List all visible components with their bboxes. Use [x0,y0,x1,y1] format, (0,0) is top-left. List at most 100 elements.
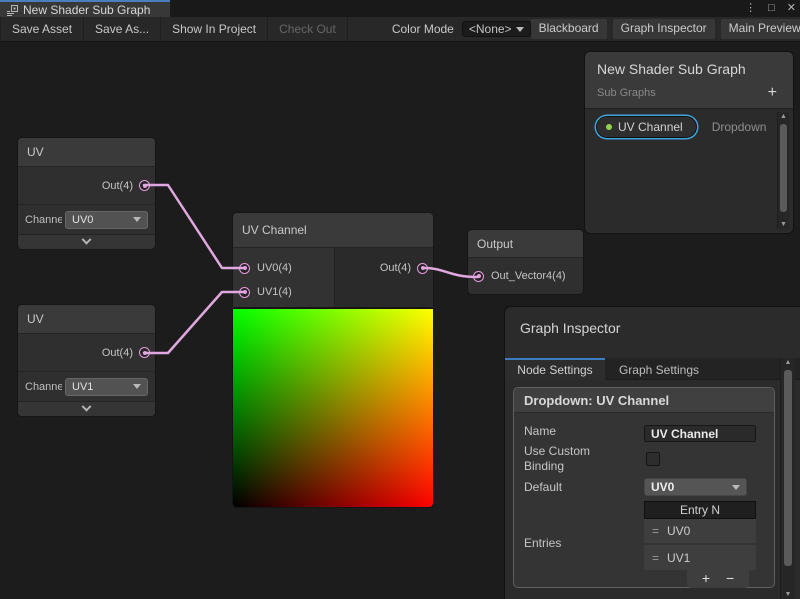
channel-value: UV1 [72,381,129,393]
color-mode-label: Color Mode [384,22,462,36]
inspector-scrollbar[interactable]: ▲ ▼ [780,358,795,599]
scroll-up-icon[interactable]: ▲ [781,359,795,366]
graph-inspector-title: Graph Inspector [505,307,800,336]
document-tab[interactable]: New Shader Sub Graph [0,0,170,17]
remove-entry-button[interactable]: − [726,569,734,588]
chevron-down-icon [133,384,141,389]
graph-inspector-toggle-button[interactable]: Graph Inspector [613,19,715,39]
inspector-tabs: Node Settings Graph Settings [505,358,800,380]
blackboard-toggle-button[interactable]: Blackboard [531,19,607,39]
dropdown-settings-title: Dropdown: UV Channel [514,388,774,413]
save-asset-button[interactable]: Save Asset [0,17,84,42]
scroll-down-icon[interactable]: ▼ [781,591,795,598]
entry-value: UV0 [667,524,690,538]
blackboard-header[interactable]: New Shader Sub Graph Sub Graphs + [585,52,793,109]
out-vector4-input-label: Out_Vector4(4) [491,270,566,282]
tab-title: New Shader Sub Graph [23,3,150,17]
channel-dropdown[interactable]: UV1 [65,378,148,396]
tab-node-settings[interactable]: Node Settings [505,358,605,380]
out-port-label: Out(4) [380,262,411,274]
entries-column-header: Entry N [644,501,756,519]
graph-inspector-panel[interactable]: Graph Inspector Node Settings Graph Sett… [505,307,800,599]
uv1-input-port[interactable] [239,287,250,298]
collapse-handle[interactable] [18,401,155,416]
name-input[interactable] [644,425,756,442]
use-custom-binding-label: Use Custom Binding [524,444,616,474]
blackboard-panel[interactable]: New Shader Sub Graph Sub Graphs + UV Cha… [585,52,793,233]
drag-handle-icon[interactable]: = [652,551,659,565]
close-icon[interactable]: ✕ [787,0,796,17]
chevron-down-icon [732,485,740,490]
out-port[interactable] [417,263,428,274]
default-dropdown[interactable]: UV0 [644,478,747,496]
default-label: Default [524,480,562,494]
node-title: UV [18,305,155,334]
default-value: UV0 [651,480,728,494]
out-port-label: Out(4) [102,180,133,192]
uv0-input-port[interactable] [239,263,250,274]
chevron-down-icon [82,234,92,244]
chevron-down-icon [516,27,524,32]
uv-node-bottom[interactable]: UV Out(4) Channel UV1 [18,305,155,416]
chevron-down-icon [82,401,92,411]
check-out-button: Check Out [268,17,348,42]
graph-canvas[interactable]: UV Out(4) Channel UV0 UV Out(4) C [0,42,800,599]
node-title: UV [18,138,155,167]
scrollbar-thumb[interactable] [780,124,787,212]
entries-label: Entries [524,536,561,550]
output-node[interactable]: Output Out_Vector4(4) [468,230,583,294]
entry-row-uv0[interactable]: = UV0 [644,519,756,544]
property-row: UV Channel Dropdown [596,116,766,138]
blackboard-subtitle: Sub Graphs [597,87,768,99]
more-menu-icon[interactable]: ⋮ [745,0,756,17]
property-type: Dropdown [712,120,767,134]
tab-graph-settings[interactable]: Graph Settings [605,358,713,380]
uv1-input-label: UV1(4) [257,286,292,298]
scrollbar-thumb[interactable] [784,370,792,566]
property-name: UV Channel [618,120,683,134]
blackboard-content: UV Channel Dropdown ▲ ▼ [585,109,793,232]
uv0-input-label: UV0(4) [257,262,292,274]
edge-uv1[interactable] [144,292,244,353]
title-bar: New Shader Sub Graph ⋮ □ ✕ [0,0,800,17]
collapse-handle[interactable] [18,234,155,249]
node-title: UV Channel [233,213,433,248]
dropdown-settings-box: Dropdown: UV Channel Name Use Custom Bin… [513,387,775,588]
out-port[interactable] [139,180,150,191]
channel-dropdown[interactable]: UV0 [65,211,148,229]
entry-row-uv1[interactable]: = UV1 [644,545,756,570]
out-port[interactable] [139,347,150,358]
maximize-icon[interactable]: □ [768,0,775,17]
out-vector4-input-port[interactable] [473,271,484,282]
uv-channel-property-pill[interactable]: UV Channel [596,116,697,138]
inspector-content: Dropdown: UV Channel Name Use Custom Bin… [505,380,800,599]
save-as-button[interactable]: Save As... [84,17,161,42]
exposed-dot-icon [606,124,612,130]
entry-value: UV1 [667,551,690,565]
uv-channel-node[interactable]: UV Channel UV0(4) UV1(4) Out(4) [233,213,433,307]
name-label: Name [524,424,556,438]
uv-preview-gradient [233,309,433,507]
use-custom-binding-checkbox[interactable] [646,452,660,466]
add-entry-button[interactable]: + [702,569,710,588]
scroll-down-icon[interactable]: ▼ [778,221,789,228]
channel-value: UV0 [72,214,129,226]
color-mode-value: <None> [469,22,512,36]
color-mode-dropdown[interactable]: <None> [462,21,531,37]
main-preview-toggle-button[interactable]: Main Preview [721,19,800,39]
node-title: Output [468,230,583,258]
edge-uv0[interactable] [144,185,244,268]
add-property-button[interactable]: + [768,84,781,102]
show-in-project-button[interactable]: Show In Project [161,17,268,42]
entries-footer: + − [687,569,749,588]
chevron-down-icon [133,217,141,222]
channel-label: Channel [25,214,62,226]
shader-graph-window: New Shader Sub Graph ⋮ □ ✕ Save Asset Sa… [0,0,800,599]
toolbar: Save Asset Save As... Show In Project Ch… [0,17,800,42]
uv-node-top[interactable]: UV Out(4) Channel UV0 [18,138,155,249]
out-port-label: Out(4) [102,347,133,359]
blackboard-title: New Shader Sub Graph [597,61,781,77]
blackboard-scrollbar[interactable]: ▲ ▼ [777,112,789,229]
drag-handle-icon[interactable]: = [652,524,659,538]
scroll-up-icon[interactable]: ▲ [778,113,789,120]
